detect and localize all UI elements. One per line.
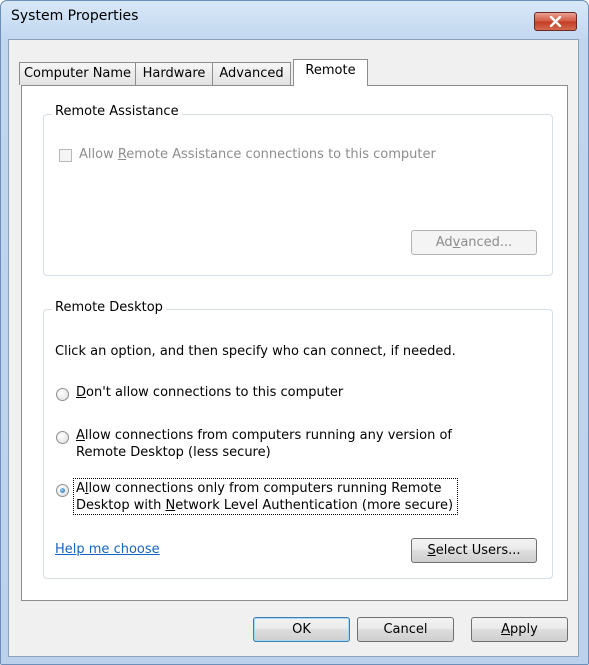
radio-allow-any-version-label-line1: Allow connections from computers running… [76, 428, 452, 443]
radio-allow-nla-only-label-line1: Allow connections only from computers ru… [76, 481, 441, 496]
remote-assistance-group-label: Remote Assistance [52, 104, 182, 119]
label-part: anced... [460, 235, 513, 250]
access-key: N [165, 498, 176, 513]
access-key: A [501, 622, 511, 637]
tab-label: Hardware [142, 66, 206, 81]
tab-computer-name[interactable]: Computer Name [19, 62, 136, 85]
radio-dont-allow-label: Don't allow connections to this computer [76, 385, 343, 400]
label-part: Desktop with [76, 498, 166, 513]
radio-allow-nla-only-label-line2: Desktop with Network Level Authenticatio… [76, 498, 453, 513]
title-bar[interactable]: System Properties [1, 1, 588, 31]
label-part: emote Assistance connections to this com… [126, 147, 436, 162]
apply-button[interactable]: Apply [471, 617, 568, 642]
advanced-button[interactable]: Advanced... [411, 230, 537, 255]
label-part: Ad [435, 235, 453, 250]
label-part: llow connections from computers running … [84, 428, 452, 443]
tab-label: Computer Name [23, 66, 132, 81]
remote-desktop-group-label: Remote Desktop [52, 300, 166, 315]
window-title: System Properties [11, 8, 139, 24]
button-label: OK [292, 622, 311, 637]
tab-advanced[interactable]: Advanced [212, 62, 291, 85]
radio-allow-any-version[interactable] [56, 431, 69, 444]
tab-label: Remote [305, 63, 356, 78]
close-x-icon [549, 16, 562, 27]
button-label: pply [510, 622, 538, 637]
radio-dont-allow[interactable] [56, 388, 69, 401]
label-part: etwork Level Authentication (more secure… [175, 498, 454, 513]
radio-allow-any-version-label-line2: Remote Desktop (less secure) [76, 445, 271, 460]
label-part: low connections only from computers runn… [88, 481, 442, 496]
remote-tab-panel: Remote Assistance Allow Remote Assistanc… [21, 85, 568, 601]
tab-remote[interactable]: Remote [293, 59, 368, 86]
access-key: A [76, 428, 85, 443]
radio-allow-nla-only[interactable] [56, 484, 69, 497]
label-part: on't allow connections to this computer [86, 385, 344, 400]
select-users-button[interactable]: Select Users... [411, 538, 537, 563]
allow-remote-assistance-label: Allow Remote Assistance connections to t… [79, 147, 436, 162]
help-me-choose-link[interactable]: Help me choose [55, 542, 160, 557]
label-part: Allow [79, 147, 118, 162]
access-key: S [427, 543, 436, 558]
tab-label: Advanced [219, 66, 284, 81]
cancel-button[interactable]: Cancel [357, 617, 454, 642]
close-button[interactable] [534, 12, 577, 31]
label-part: elect Users... [435, 543, 521, 558]
allow-remote-assistance-checkbox[interactable] [59, 149, 72, 162]
ok-button[interactable]: OK [253, 617, 350, 642]
access-key: D [76, 385, 87, 400]
button-label: Cancel [383, 622, 428, 637]
label-part: A [76, 481, 85, 496]
tab-hardware[interactable]: Hardware [135, 62, 213, 85]
remote-desktop-instruction: Click an option, and then specify who ca… [55, 344, 456, 359]
